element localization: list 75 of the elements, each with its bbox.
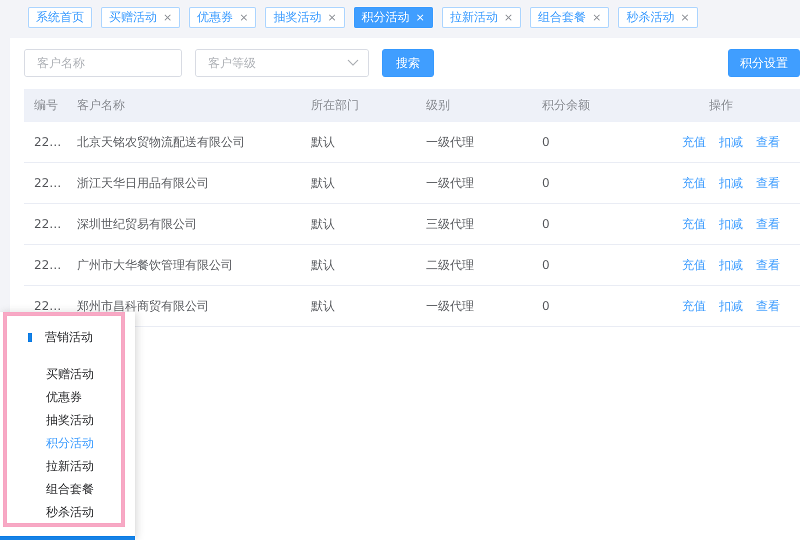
- action-link[interactable]: 查看: [756, 216, 780, 232]
- tab[interactable]: 拉新活动 ×: [442, 7, 522, 28]
- customer-name-field[interactable]: 客户名称: [24, 49, 182, 77]
- table-cell: 0: [542, 258, 550, 272]
- menu-item[interactable]: 抽奖活动: [46, 411, 94, 430]
- table-cell: 0: [542, 299, 550, 313]
- table-cell: 22…: [34, 135, 62, 149]
- action-link[interactable]: 扣减: [719, 256, 743, 274]
- close-icon[interactable]: ×: [504, 11, 514, 24]
- menu-item[interactable]: 拉新活动: [46, 457, 94, 476]
- tab[interactable]: 优惠券 ×: [189, 7, 256, 28]
- table-cell: 0: [542, 217, 550, 231]
- tab[interactable]: 秒杀活动 ×: [618, 7, 698, 28]
- search-button[interactable]: 搜索: [382, 49, 434, 77]
- column-header: 编号: [34, 98, 58, 112]
- table-cell: 默认: [311, 258, 335, 272]
- menu-item[interactable]: 秒杀活动: [46, 503, 94, 522]
- table-cell: 浙江天华日用品有限公司: [77, 176, 209, 190]
- menu-item[interactable]: 积分活动: [46, 434, 94, 453]
- close-icon[interactable]: ×: [592, 11, 602, 24]
- action-link[interactable]: 扣减: [719, 216, 743, 232]
- action-link[interactable]: 查看: [756, 298, 780, 314]
- menu-item[interactable]: 组合套餐: [46, 480, 94, 499]
- column-header: 级别: [426, 98, 450, 112]
- tab[interactable]: 组合套餐 ×: [530, 7, 610, 28]
- menu-item[interactable]: 优惠券: [46, 388, 82, 407]
- table-cell: 22…: [34, 299, 62, 313]
- action-link[interactable]: 充值: [682, 134, 706, 150]
- table-cell: 北京天铭农贸物流配送有限公司: [77, 134, 245, 148]
- close-icon[interactable]: ×: [680, 11, 690, 24]
- table-cell: 一级代理: [426, 176, 474, 190]
- column-header: 操作: [709, 98, 733, 112]
- table-cell: 默认: [311, 298, 335, 312]
- column-header: 所在部门: [311, 98, 359, 112]
- table-cell: 22…: [34, 217, 62, 231]
- customer-level-select[interactable]: 客户等级: [195, 49, 369, 77]
- close-icon[interactable]: ×: [416, 11, 425, 24]
- action-link[interactable]: 充值: [682, 216, 706, 232]
- menu-item[interactable]: 买赠活动: [46, 365, 94, 384]
- tab[interactable]: 系统首页: [28, 7, 92, 28]
- action-link[interactable]: 扣减: [719, 298, 743, 314]
- action-link[interactable]: 充值: [682, 256, 706, 274]
- action-link[interactable]: 扣减: [719, 134, 743, 150]
- action-link[interactable]: 充值: [682, 174, 706, 192]
- group-marker-icon: [28, 333, 32, 342]
- action-link[interactable]: 查看: [756, 174, 780, 192]
- close-icon[interactable]: ×: [163, 11, 172, 24]
- tab[interactable]: 买赠活动 ×: [101, 7, 180, 28]
- action-link[interactable]: 查看: [756, 256, 780, 274]
- points-settings-button[interactable]: 积分设置: [728, 49, 800, 77]
- table-cell: 0: [542, 135, 550, 149]
- column-header: 客户名称: [77, 98, 125, 112]
- table-cell: 默认: [311, 134, 335, 148]
- table-cell: 默认: [311, 216, 335, 230]
- menu-group-title: 营销活动: [45, 329, 93, 346]
- action-link[interactable]: 充值: [682, 298, 706, 314]
- column-header: 积分余额: [542, 98, 590, 112]
- table-cell: 郑州市昌科商贸有限公司: [77, 298, 209, 312]
- table-cell: 广州市大华餐饮管理有限公司: [77, 258, 233, 272]
- table-cell: 二级代理: [426, 258, 474, 272]
- action-link[interactable]: 扣减: [719, 174, 743, 192]
- table-cell: 三级代理: [426, 216, 474, 230]
- close-icon[interactable]: ×: [327, 11, 337, 24]
- close-icon[interactable]: ×: [239, 11, 248, 24]
- action-link[interactable]: 查看: [756, 134, 780, 150]
- table-cell: 0: [542, 176, 550, 190]
- table-cell: 一级代理: [426, 298, 474, 312]
- tab[interactable]: 抽奖活动 ×: [265, 7, 345, 28]
- chevron-down-icon: [347, 59, 359, 67]
- table-cell: 22…: [34, 176, 62, 190]
- table-cell: 22…: [34, 258, 62, 272]
- table-cell: 默认: [311, 176, 335, 190]
- tab[interactable]: 积分活动 ×: [354, 7, 433, 28]
- table-cell: 深圳世纪贸易有限公司: [77, 216, 197, 230]
- table-cell: 一级代理: [426, 134, 474, 148]
